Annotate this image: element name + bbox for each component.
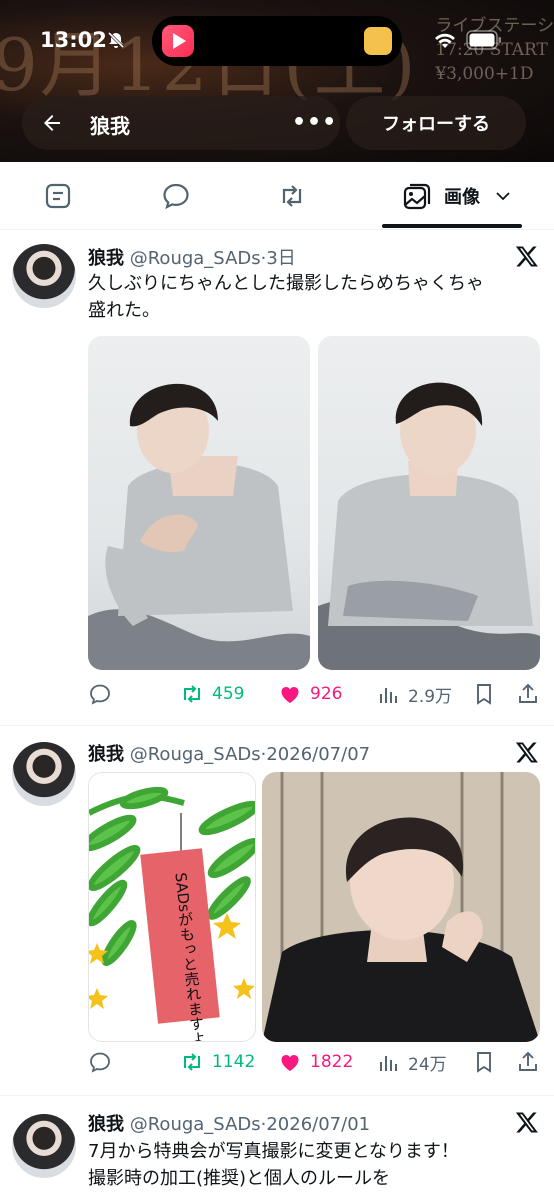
repost-button[interactable]: 1142 <box>180 1050 255 1074</box>
tanzaku-illustration: SADsがもっと売れますように。 <box>89 786 255 1041</box>
repost-button[interactable]: 459 <box>180 682 244 706</box>
views-count: 24万 <box>408 1055 447 1075</box>
dynamic-island <box>152 16 402 66</box>
post-time[interactable]: 2026/07/01 <box>266 1114 370 1135</box>
reply-icon <box>90 1052 110 1073</box>
bookmark-icon <box>477 684 491 705</box>
activity-app-icon[interactable] <box>364 27 392 55</box>
post-time[interactable]: 2026/07/07 <box>266 744 370 765</box>
post-actions: 459 926 2.9万 <box>88 682 540 712</box>
photo-person-image <box>88 383 310 670</box>
tab-media-label: 画像 <box>444 187 480 208</box>
x-logo-icon <box>515 246 538 267</box>
profile-banner: 9月12日(土) ライブステーシ 17:20 START ¥3,000+1D 1… <box>0 0 554 162</box>
tab-reposts[interactable] <box>264 162 320 230</box>
wifi-icon <box>435 33 455 48</box>
post-author-name[interactable]: 狼我 <box>88 248 124 269</box>
post-actions: 1142 1822 24万 <box>88 1050 540 1080</box>
repost-icon <box>184 685 200 703</box>
avatar[interactable] <box>12 742 76 806</box>
profile-nav: 狼我 ••• フォローする <box>0 96 554 152</box>
post-header: 狼我 @Rouga_SADs·2026/07/01 <box>88 1114 371 1135</box>
avatar[interactable] <box>12 1114 76 1178</box>
post-author-name[interactable]: 狼我 <box>88 1114 124 1135</box>
reply-tab-icon <box>163 183 189 210</box>
follow-button[interactable]: フォローする <box>346 96 526 150</box>
heart-icon <box>281 687 299 703</box>
post-text-line: 久しぶりにちゃんとした撮影したらめちゃくちゃ <box>88 273 484 294</box>
post[interactable]: 狼我 @Rouga_SADs·2026/07/07 SADsがもっと売れますよう… <box>0 726 554 1096</box>
reply-button[interactable] <box>88 1050 112 1074</box>
heart-icon <box>281 1055 299 1071</box>
views-button[interactable]: 24万 <box>376 1050 447 1075</box>
tab-replies[interactable] <box>148 162 204 230</box>
like-button[interactable]: 1822 <box>278 1050 353 1074</box>
repost-tab-icon <box>282 185 302 207</box>
post[interactable]: 狼我 @Rouga_SADs·2026/07/01 7月から特典会が写真撮影に変… <box>0 1096 554 1200</box>
post-photo[interactable] <box>88 336 310 670</box>
bookmark-icon <box>477 1052 491 1073</box>
like-count: 926 <box>310 684 343 704</box>
post-text-line: 7月から特典会が写真撮影に変更となります！ <box>88 1141 459 1162</box>
views-count: 2.9万 <box>408 687 453 707</box>
header-profile-name: 狼我 <box>90 114 130 138</box>
status-bar: 13:02 <box>0 0 554 80</box>
status-time: 13:02 <box>40 28 107 52</box>
post-author-handle[interactable]: @Rouga_SADs <box>130 744 261 765</box>
reply-icon <box>90 684 110 705</box>
post-author-handle[interactable]: @Rouga_SADs <box>130 248 261 269</box>
more-icon[interactable]: ••• <box>292 110 336 136</box>
post-author-handle[interactable]: @Rouga_SADs <box>130 1114 261 1135</box>
active-tab-indicator <box>382 224 522 228</box>
post-photo[interactable] <box>262 772 540 1042</box>
share-icon <box>519 1051 537 1071</box>
post-header: 狼我 @Rouga_SADs·3日 <box>88 248 296 269</box>
like-button[interactable]: 926 <box>278 682 342 706</box>
post-text-line: 盛れた。 <box>88 300 160 321</box>
bookmark-button[interactable] <box>472 1050 496 1074</box>
repost-icon <box>184 1053 200 1071</box>
x-logo-icon <box>515 742 538 763</box>
views-icon <box>380 687 397 703</box>
repost-count: 459 <box>212 684 245 704</box>
photo-person-image <box>262 772 540 1042</box>
bookmark-button[interactable] <box>472 682 496 706</box>
views-button[interactable]: 2.9万 <box>376 682 452 707</box>
reply-button[interactable] <box>88 682 112 706</box>
share-button[interactable] <box>516 682 540 706</box>
tab-media[interactable]: 画像 <box>392 162 522 230</box>
post-photo[interactable] <box>318 336 540 670</box>
chevron-down-icon[interactable] <box>494 187 512 205</box>
post-time[interactable]: 3日 <box>266 248 295 269</box>
post-text-line: 撮影時の加工(推奨)と個人のルールを <box>88 1168 391 1189</box>
repost-count: 1142 <box>212 1052 256 1072</box>
x-logo-icon <box>515 1112 538 1133</box>
post-header: 狼我 @Rouga_SADs·2026/07/07 <box>88 744 371 765</box>
bell-muted-icon <box>107 31 125 49</box>
media-tab-icon <box>403 183 431 210</box>
post-text: 7月から特典会が写真撮影に変更となります！ 撮影時の加工(推奨)と個人のルールを <box>88 1138 538 1192</box>
like-count: 1822 <box>310 1052 354 1072</box>
post-photo[interactable]: SADsがもっと売れますように。 <box>88 772 256 1042</box>
post-text: 久しぶりにちゃんとした撮影したらめちゃくちゃ 盛れた。 <box>88 270 538 324</box>
music-app-icon[interactable] <box>162 25 194 57</box>
back-pill: 狼我 ••• <box>22 96 340 150</box>
profile-tabs: 画像 <box>0 162 554 230</box>
battery-icon <box>466 30 501 50</box>
post[interactable]: 狼我 @Rouga_SADs·3日 久しぶりにちゃんとした撮影したらめちゃくちゃ… <box>0 230 554 726</box>
avatar[interactable] <box>12 244 76 308</box>
posts-tab-icon <box>45 183 71 209</box>
views-icon <box>380 1055 397 1071</box>
share-button[interactable] <box>516 1050 540 1074</box>
share-icon <box>519 683 537 703</box>
photo-person-image <box>318 382 540 670</box>
back-arrow-icon[interactable] <box>40 111 64 135</box>
post-author-name[interactable]: 狼我 <box>88 744 124 765</box>
tab-posts[interactable] <box>30 162 86 230</box>
